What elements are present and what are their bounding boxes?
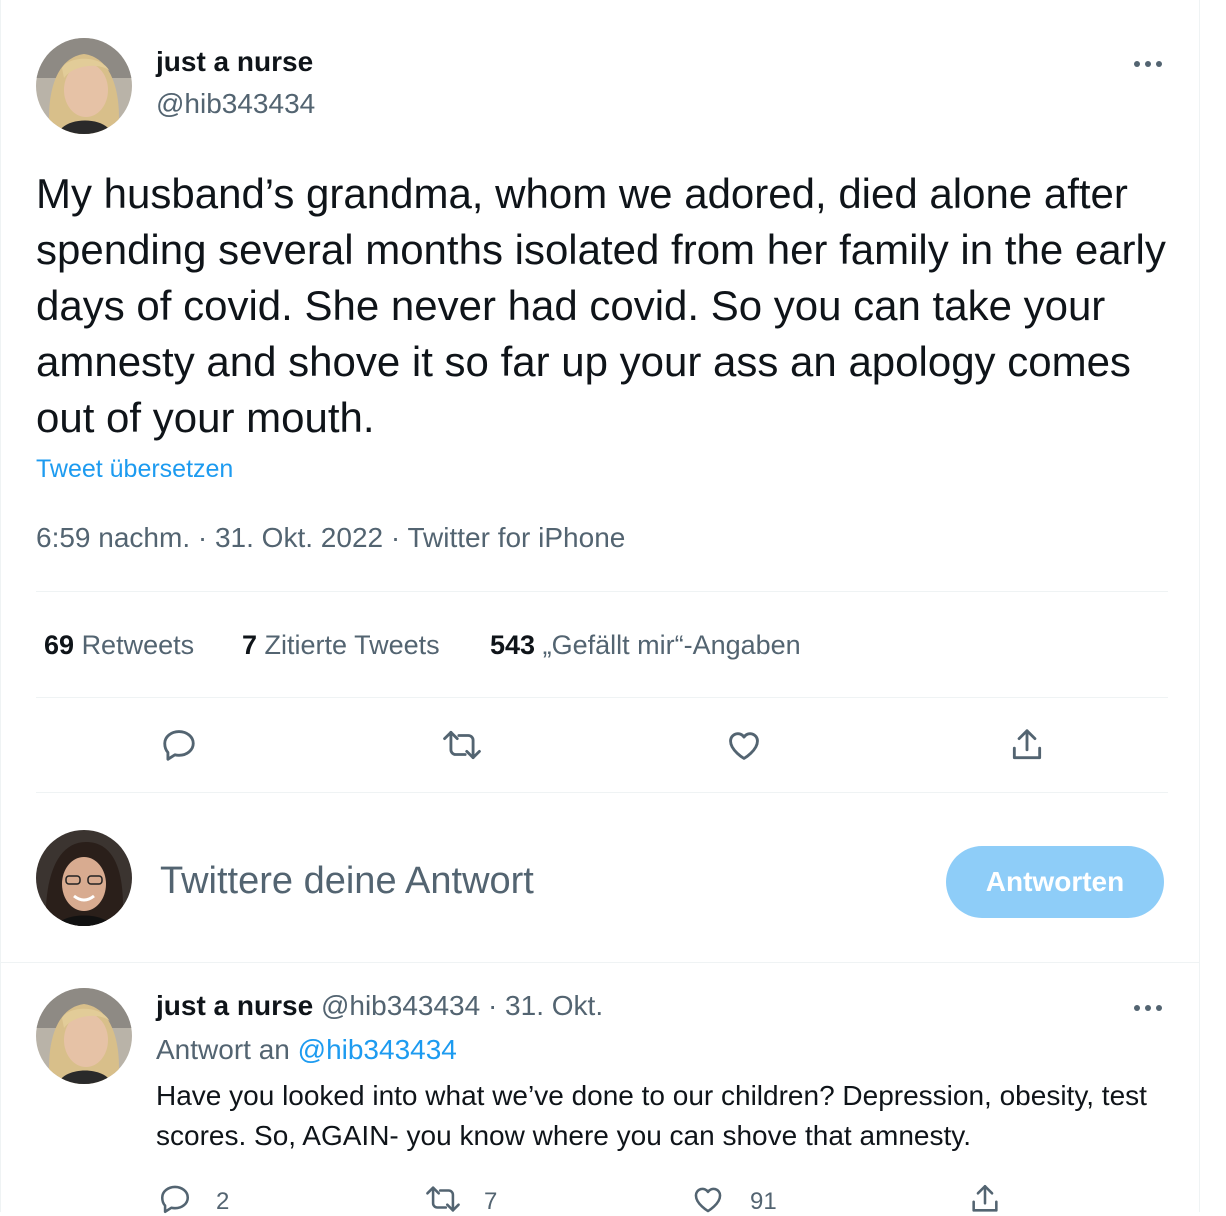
- likes-stat[interactable]: 543 „Gefällt mir“-Angaben: [490, 630, 801, 661]
- author-display-name[interactable]: just a nurse: [156, 46, 313, 78]
- retweets-count: 69: [44, 630, 75, 660]
- reply-author-name[interactable]: just a nurse: [156, 990, 313, 1021]
- replying-to-handle[interactable]: @hib343434: [298, 1034, 457, 1065]
- reply-author-avatar[interactable]: [36, 988, 132, 1084]
- reply-reply-icon[interactable]: [158, 1182, 192, 1216]
- current-user-avatar[interactable]: [36, 830, 132, 926]
- author-avatar[interactable]: [36, 38, 132, 134]
- likes-count: 543: [490, 630, 536, 660]
- retweet-icon[interactable]: [441, 726, 483, 764]
- more-horizontal-icon[interactable]: [1132, 54, 1164, 74]
- quotes-count: 7: [242, 630, 258, 660]
- section-divider: [0, 962, 1200, 963]
- reply-more-icon[interactable]: [1132, 998, 1164, 1018]
- author-handle[interactable]: @hib343434: [156, 88, 315, 120]
- reply-icon[interactable]: [160, 726, 198, 764]
- reply-retweet-icon[interactable]: [424, 1182, 462, 1216]
- divider: [36, 792, 1168, 793]
- tweet-text: My husband’s grandma, whom we adored, di…: [36, 170, 1166, 441]
- reply-author-handle-date[interactable]: @hib343434 · 31. Okt.: [321, 990, 603, 1021]
- replying-to-prefix: Antwort an: [156, 1034, 290, 1065]
- reply-like-icon[interactable]: [690, 1182, 726, 1216]
- retweets-stat[interactable]: 69 Retweets: [44, 630, 194, 661]
- share-icon[interactable]: [1008, 726, 1046, 764]
- reply-text: Have you looked into what we’ve done to …: [156, 1080, 1147, 1151]
- tweet-timestamp[interactable]: 6:59 nachm. · 31. Okt. 2022 · Twitter fo…: [36, 522, 625, 554]
- quotes-label: Zitierte Tweets: [264, 630, 440, 660]
- reply-share-icon[interactable]: [968, 1182, 1002, 1216]
- quotes-stat[interactable]: 7 Zitierte Tweets: [242, 630, 440, 661]
- like-icon[interactable]: [724, 726, 764, 764]
- retweets-label: Retweets: [81, 630, 195, 660]
- reply-input[interactable]: Twittere deine Antwort: [160, 860, 534, 903]
- replying-to: Antwort an @hib343434: [156, 1034, 457, 1066]
- reply-submit-button[interactable]: Antworten: [946, 846, 1164, 918]
- translate-link[interactable]: Tweet übersetzen: [36, 455, 233, 484]
- divider: [36, 591, 1168, 592]
- reply-header: just a nurse @hib343434 · 31. Okt.: [156, 990, 603, 1022]
- divider: [36, 697, 1168, 698]
- likes-label: „Gefällt mir“-Angaben: [542, 630, 801, 660]
